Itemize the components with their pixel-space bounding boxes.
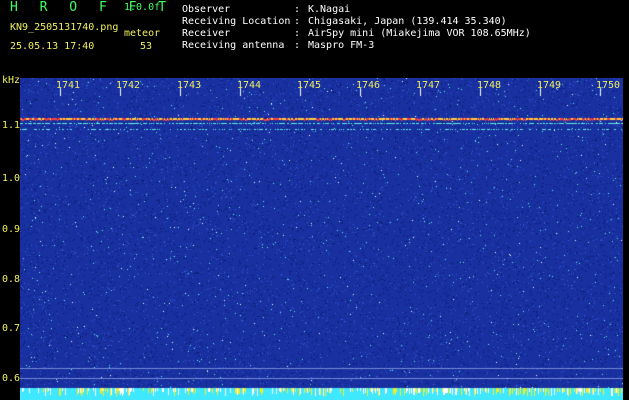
app-version: 1.0.0f <box>124 2 161 13</box>
x-tick: 1745 <box>297 80 322 91</box>
info-row-antenna: Receiving antenna: Maspro FM-3 <box>182 40 375 51</box>
x-tick: 1747 <box>416 80 441 91</box>
x-tick: 1741 <box>56 80 81 91</box>
x-tick: 1742 <box>116 80 141 91</box>
x-tick: 1748 <box>477 80 502 91</box>
y-tick: 0.6 <box>2 373 21 384</box>
info-row-location: Receiving Location: Chigasaki, Japan (139… <box>182 16 507 27</box>
info-value: AirSpy mini (Miakejima VOR 108.65MHz) <box>308 28 531 39</box>
y-tick: 1.0 <box>2 173 21 184</box>
meteor-count: 53 <box>140 41 153 52</box>
y-tick: 0.8 <box>2 274 21 285</box>
filename: KN9_2505131740.png <box>10 22 119 33</box>
y-tick: 1.1 <box>2 120 21 131</box>
meteor-label: meteor <box>124 28 161 39</box>
x-tick: 1743 <box>177 80 202 91</box>
x-tick: 1750 <box>596 80 621 91</box>
info-value: Maspro FM-3 <box>308 40 375 51</box>
info-key: Receiving antenna <box>182 40 285 51</box>
info-value: K.Nagai <box>308 4 351 15</box>
info-row-receiver: Receiver: AirSpy mini (Miakejima VOR 108.… <box>182 28 531 39</box>
info-key: Receiving Location <box>182 16 291 27</box>
x-tick: 1744 <box>237 80 262 91</box>
y-tick: 0.7 <box>2 323 21 334</box>
timestamp: 25.05.13 17:40 <box>10 41 95 52</box>
x-tick: 1746 <box>356 80 381 91</box>
unit-label: kHz <box>2 75 21 86</box>
info-key: Receiver <box>182 28 231 39</box>
y-tick: 0.9 <box>2 224 21 235</box>
info-key: Observer <box>182 4 231 15</box>
x-tick: 1749 <box>537 80 562 91</box>
info-row-observer: Observer: K.Nagai <box>182 4 351 15</box>
info-value: Chigasaki, Japan (139.414 35.340) <box>308 16 507 27</box>
spectrogram <box>20 78 623 400</box>
